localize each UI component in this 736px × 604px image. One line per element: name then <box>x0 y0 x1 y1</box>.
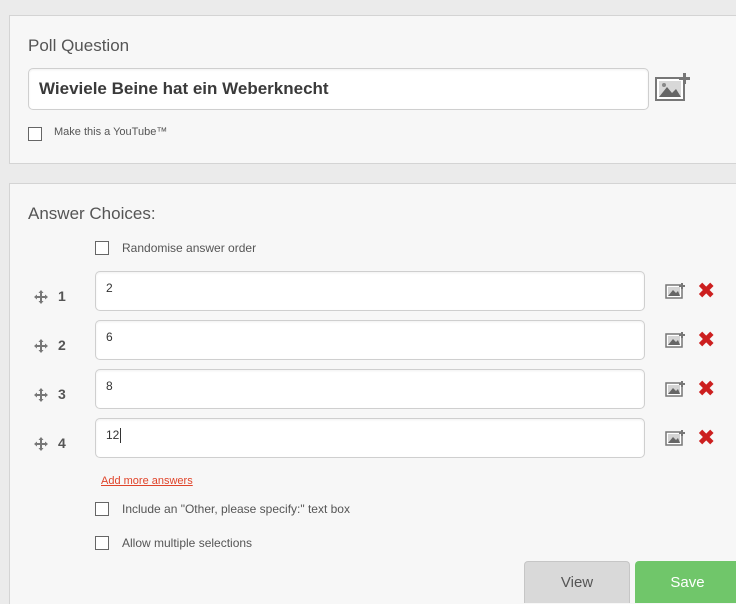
randomise-label: Randomise answer order <box>122 241 257 255</box>
move-icon[interactable] <box>34 339 48 353</box>
poll-question-title: Poll Question <box>28 36 130 55</box>
image-icon[interactable] <box>665 430 685 446</box>
other-textbox-checkbox[interactable] <box>95 502 109 516</box>
poll-question-input[interactable]: Wieviele Beine hat ein Weberknecht <box>28 68 649 110</box>
youtube-checkbox[interactable] <box>28 127 42 141</box>
image-icon[interactable] <box>665 283 685 299</box>
youtube-label: Make this a YouTube™ <box>54 126 168 138</box>
save-button[interactable]: Save <box>635 561 736 603</box>
remove-icon[interactable]: ✖ <box>697 330 717 352</box>
poll-question-value: Wieviele Beine hat ein Weberknecht <box>39 79 329 98</box>
move-icon[interactable] <box>34 290 48 304</box>
answer-choices-title: Answer Choices: <box>28 204 156 223</box>
add-more-answers-link[interactable]: Add more answers <box>101 475 193 487</box>
multiple-selections-checkbox[interactable] <box>95 536 109 550</box>
answer-input[interactable]: 6 <box>95 320 645 360</box>
answer-input[interactable]: 8 <box>95 369 645 409</box>
randomise-checkbox[interactable] <box>95 241 109 255</box>
move-icon[interactable] <box>34 437 48 451</box>
image-icon[interactable] <box>665 381 685 397</box>
multiple-selections-label: Allow multiple selections <box>122 536 253 550</box>
answer-value: 8 <box>106 379 113 393</box>
text-caret <box>120 427 122 443</box>
answer-number: 4 <box>58 435 66 451</box>
answer-number: 2 <box>58 337 66 353</box>
poll-question-panel: Poll Question Wieviele Beine hat ein Web… <box>9 15 736 164</box>
answer-number: 3 <box>58 386 66 402</box>
remove-icon[interactable]: ✖ <box>697 379 717 401</box>
remove-icon[interactable]: ✖ <box>697 428 717 450</box>
answer-value: 12 <box>106 428 120 442</box>
answer-choices-panel: Answer Choices: Randomise answer order 1… <box>9 183 736 604</box>
remove-icon[interactable]: ✖ <box>697 281 717 303</box>
other-textbox-label: Include an "Other, please specify:" text… <box>122 502 350 516</box>
add-image-icon[interactable] <box>655 72 693 102</box>
move-icon[interactable] <box>34 388 48 402</box>
answer-value: 2 <box>106 281 113 295</box>
view-button[interactable]: View <box>524 561 630 603</box>
answer-value: 6 <box>106 330 113 344</box>
answer-input[interactable]: 2 <box>95 271 645 311</box>
answer-input[interactable]: 12 <box>95 418 645 458</box>
image-icon[interactable] <box>665 332 685 348</box>
answer-number: 1 <box>58 288 66 304</box>
